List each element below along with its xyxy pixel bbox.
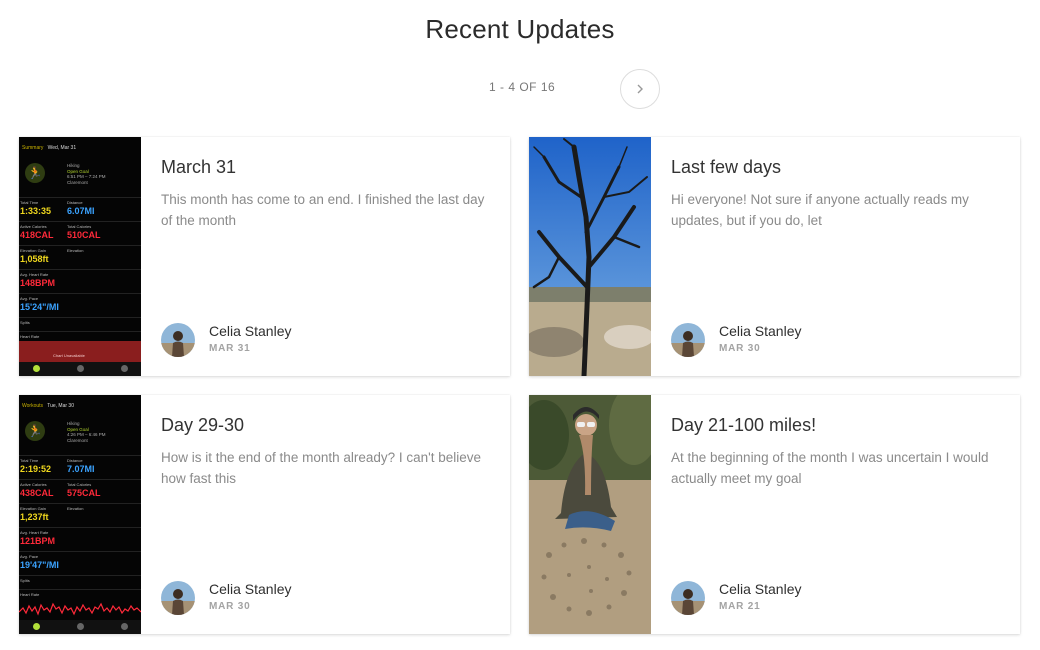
tree-photo [529,137,651,376]
watch-hr2-label: Heart Rate [20,592,40,597]
watch-active-cal: 418CAL [20,230,54,240]
watch-hr-label: Avg. Heart Rate [20,272,49,277]
watch-active-cal-label: Active Calories [20,482,47,487]
watch-total-time: 2:19:52 [20,464,52,474]
page-title: Recent Updates [425,14,615,44]
watch-time-range: 6:51 PM – 7:24 PM [67,174,106,179]
watch-screenshot: Workouts Tue, Mar 30 🏃 Hiking Open Goal … [19,395,141,634]
watch-splits-label: Splits [20,320,30,325]
author-name: Celia Stanley [209,581,292,597]
watch-pace: 19'47"/MI [20,560,59,570]
card-thumbnail [529,137,651,376]
watch-header-date: Wed, Mar 31 [47,145,77,151]
watch-location: Claremont [67,179,88,185]
watch-splits-label: Splits [20,578,30,583]
update-card-day-29-30[interactable]: Workouts Tue, Mar 30 🏃 Hiking Open Goal … [19,395,510,634]
watch-header-left: Workouts [22,403,44,409]
watch-hr: 121BPM [20,536,56,546]
watch-time-range: 4:26 PM – 6:46 PM [67,432,106,437]
watch-total-time-label: Total Time [20,458,39,463]
watch-elev-label: Elevation [67,506,84,511]
author-avatar [161,323,195,357]
watch-total-cal-label: Total Calories [67,224,92,229]
watch-pace-label: Avg. Pace [20,554,39,559]
watch-hr: 148BPM [20,278,56,288]
update-card-march-31[interactable]: Summary Wed, Mar 31 🏃 Hiking Open Goal 6… [19,137,510,376]
update-card-last-few-days[interactable]: Last few days Hi everyone! Not sure if a… [529,137,1020,376]
watch-chart-unavailable: Chart Unavailable [53,353,85,358]
author-avatar [161,581,195,615]
watch-distance-label: Distance [67,200,83,205]
watch-pace: 15'24"/MI [20,302,59,312]
author-avatar [671,581,705,615]
post-date: MAR 21 [719,601,761,612]
card-thumbnail: Summary Wed, Mar 31 🏃 Hiking Open Goal 6… [19,137,141,376]
card-thumbnail: Workouts Tue, Mar 30 🏃 Hiking Open Goal … [19,395,141,634]
watch-elev-gain-label: Elevation Gain [20,506,47,511]
watch-header-date: Tue, Mar 30 [47,403,74,409]
person-photo [529,395,651,634]
heart-rate-sparkline [19,602,141,616]
card-excerpt: This month has come to an end. I finishe… [161,192,485,228]
watch-distance: 6.07MI [67,206,95,216]
chevron-right-icon [637,84,643,94]
card-excerpt: How is it the end of the month already? … [161,450,482,486]
watch-header-left: Summary [22,145,44,151]
watch-hr2-label: Heart Rate [20,334,40,339]
card-title: Day 21-100 miles! [671,415,817,435]
watch-distance-label: Distance [67,458,83,463]
hiking-icon: 🏃 [25,421,45,441]
author-name: Celia Stanley [719,323,802,339]
card-title: March 31 [161,157,237,177]
post-date: MAR 31 [209,343,251,354]
pagination-label: 1 - 4 OF 16 [489,80,556,94]
watch-total-time-label: Total Time [20,200,39,205]
card-title: Day 29-30 [161,415,245,435]
post-date: MAR 30 [719,343,761,354]
watch-active-cal: 438CAL [20,488,54,498]
author-avatar [671,323,705,357]
next-page-button[interactable] [620,69,660,109]
post-date: MAR 30 [209,601,251,612]
watch-location: Claremont [67,437,88,443]
watch-screenshot: Summary Wed, Mar 31 🏃 Hiking Open Goal 6… [19,137,141,376]
watch-total-cal: 575CAL [67,488,101,498]
watch-elev-gain: 1,237ft [20,512,49,522]
watch-hr-label: Avg. Heart Rate [20,530,49,535]
watch-total-cal: 510CAL [67,230,101,240]
watch-pace-label: Avg. Pace [20,296,39,301]
author-name: Celia Stanley [209,323,292,339]
watch-total-time: 1:33:35 [20,206,52,216]
hiking-icon: 🏃 [25,163,45,183]
watch-active-cal-label: Active Calories [20,224,47,229]
card-excerpt: Hi everyone! Not sure if anyone actually… [671,192,969,228]
card-excerpt: At the beginning of the month I was unce… [671,450,989,486]
watch-elev-gain: 1,058ft [20,254,49,264]
card-title: Last few days [671,157,782,177]
watch-distance: 7.07MI [67,464,95,474]
card-thumbnail [529,395,651,634]
watch-total-cal-label: Total Calories [67,482,92,487]
update-card-day-21-100-miles[interactable]: Day 21-100 miles! At the beginning of th… [529,395,1020,634]
watch-elev-gain-label: Elevation Gain [20,248,47,253]
author-name: Celia Stanley [719,581,802,597]
watch-elev-label: Elevation [67,248,84,253]
